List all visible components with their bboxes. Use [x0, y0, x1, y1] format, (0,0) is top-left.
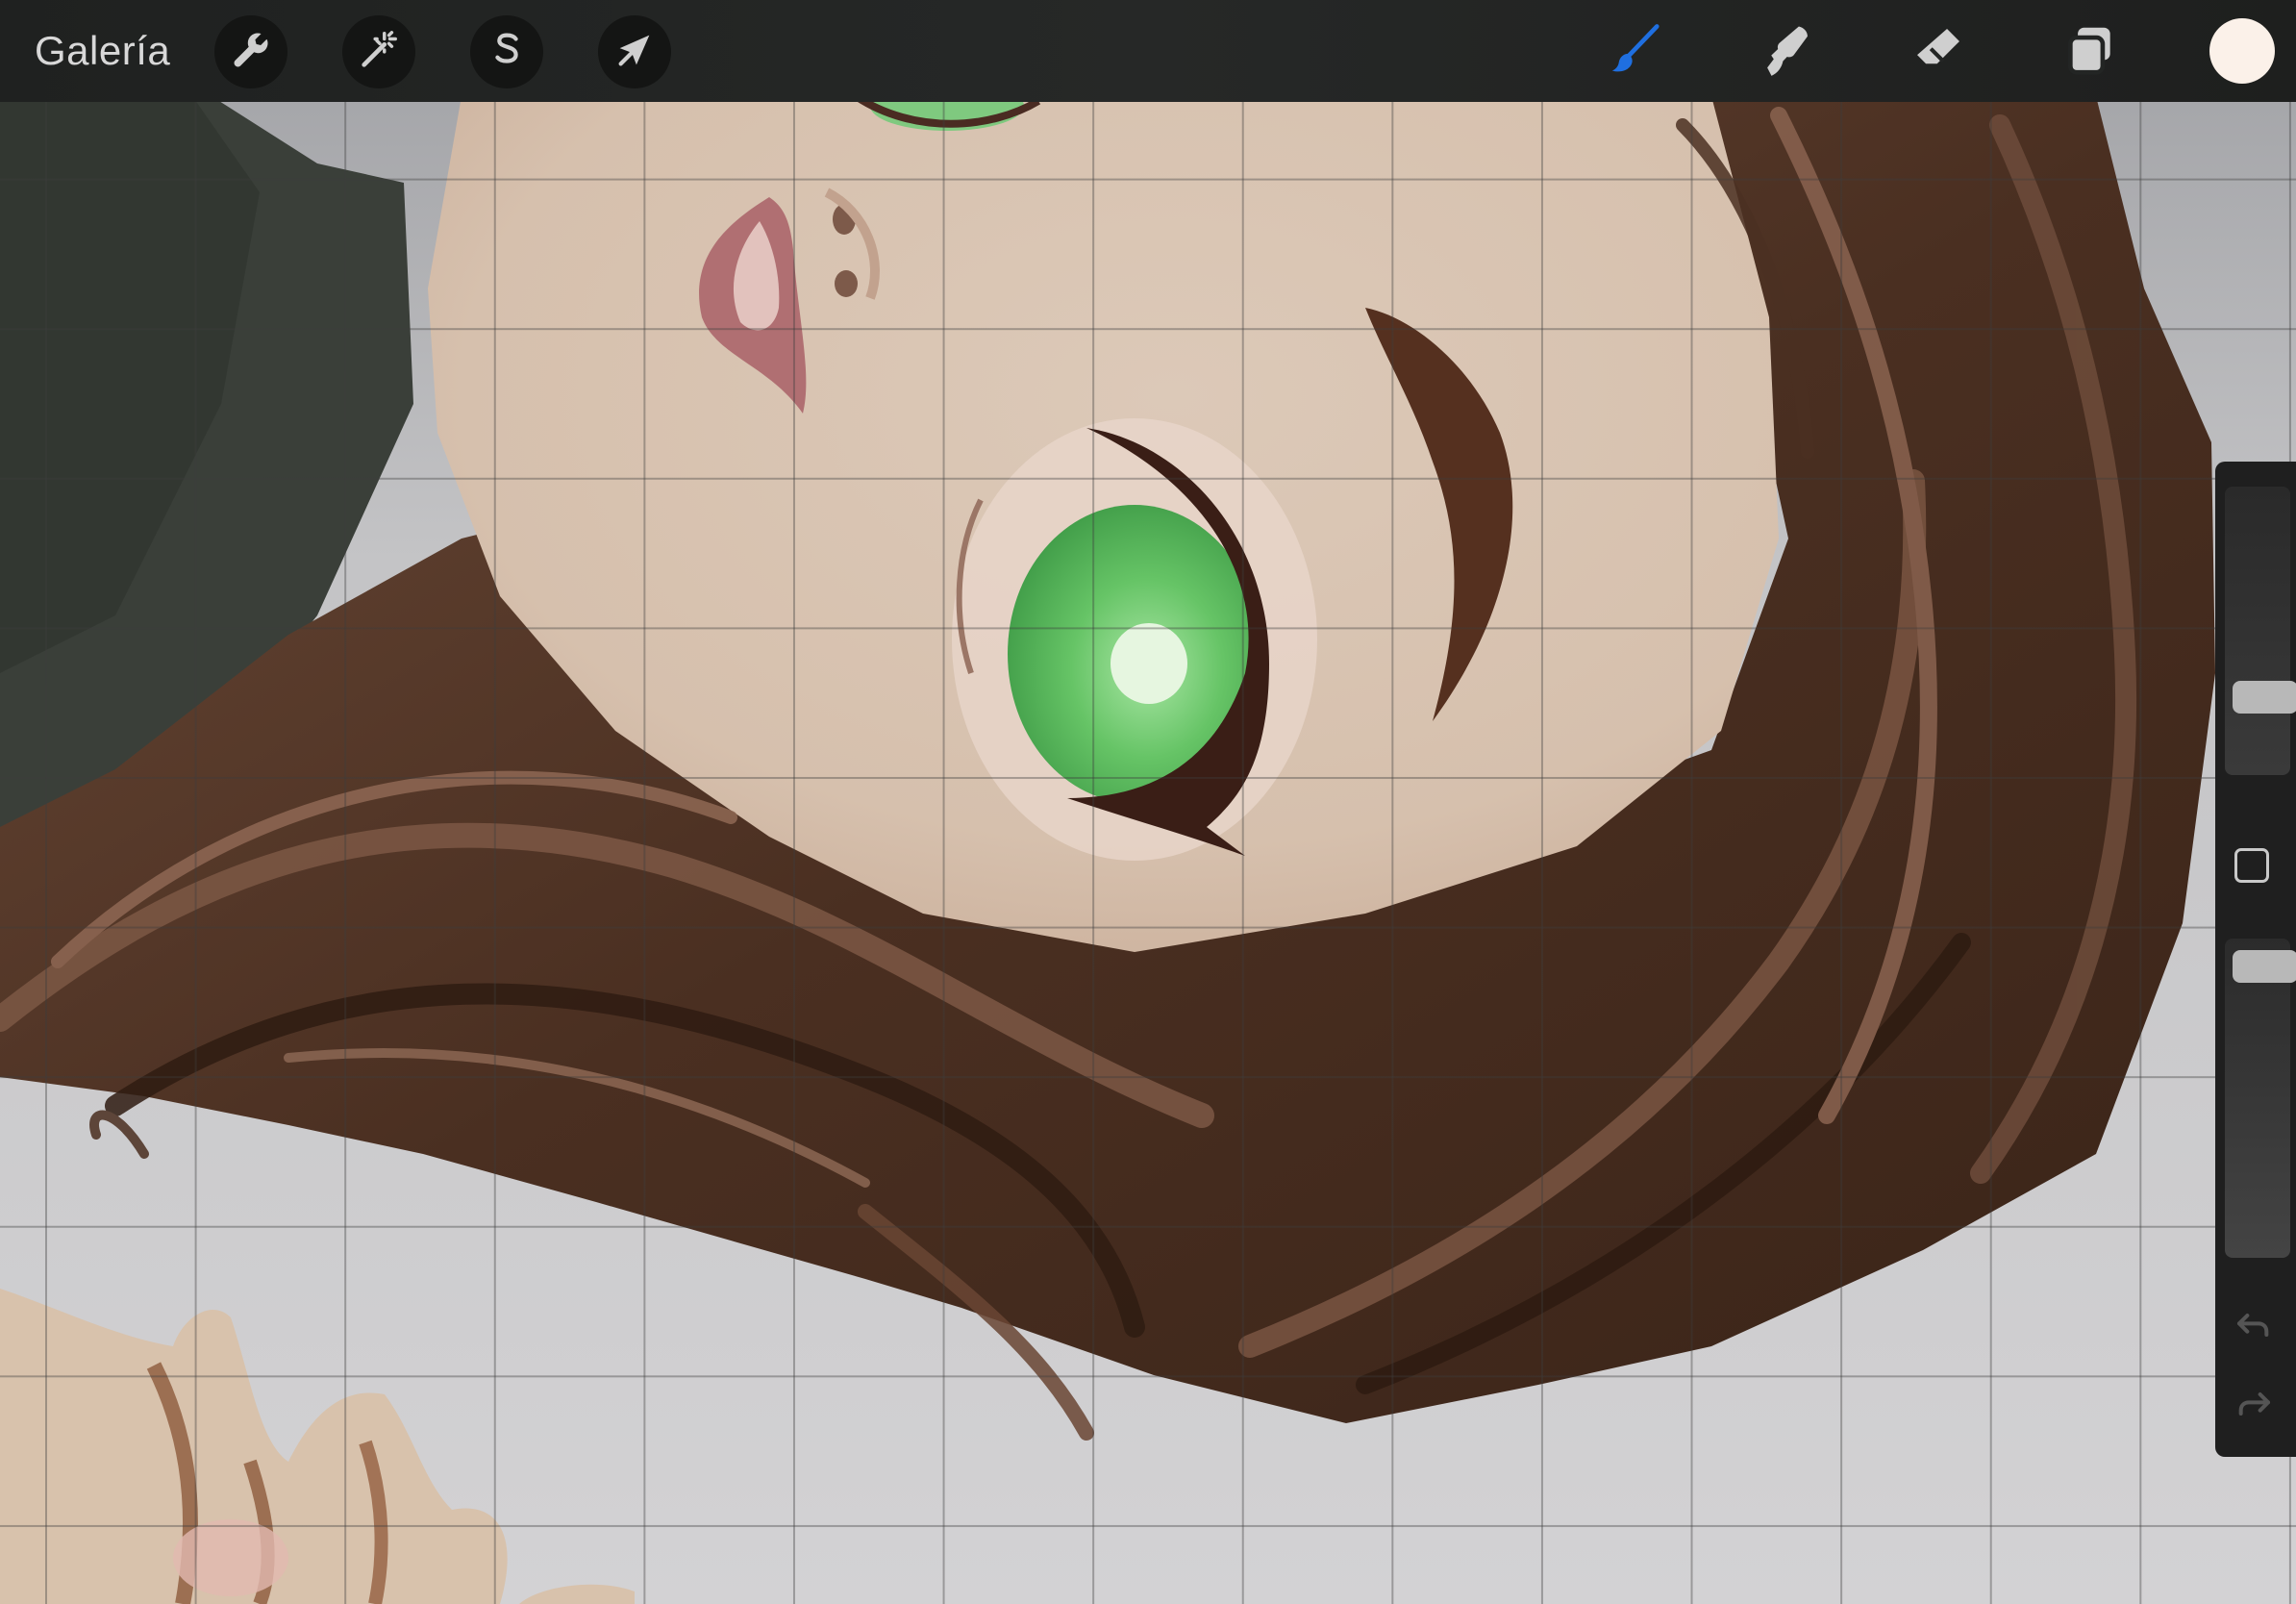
brush-size-slider[interactable]	[2225, 487, 2296, 775]
undo-button[interactable]	[2231, 1306, 2277, 1348]
color-picker-swatch[interactable]	[2209, 18, 2275, 84]
wrench-icon	[229, 28, 273, 77]
brush-opacity-slider[interactable]	[2225, 939, 2296, 1258]
drawing-canvas[interactable]	[0, 0, 2296, 1604]
eraser-icon	[1909, 20, 1968, 85]
eraser-tool-button[interactable]	[1902, 15, 1975, 88]
brush-tool-button[interactable]	[1598, 15, 1671, 88]
magic-wand-icon	[357, 28, 401, 77]
selection-s-icon	[485, 28, 529, 77]
actions-button[interactable]	[214, 15, 287, 88]
arrow-cursor-icon	[612, 28, 657, 77]
brush-opacity-thumb[interactable]	[2233, 950, 2296, 983]
layers-button[interactable]	[2054, 15, 2127, 88]
selection-button[interactable]	[470, 15, 543, 88]
redo-button[interactable]	[2231, 1385, 2277, 1427]
undo-icon	[2234, 1309, 2273, 1346]
adjustments-button[interactable]	[342, 15, 415, 88]
transform-button[interactable]	[598, 15, 671, 88]
brush-size-thumb[interactable]	[2233, 681, 2296, 714]
smudge-tool-button[interactable]	[1750, 15, 1823, 88]
artwork	[0, 0, 2296, 1604]
procreate-app: Galería	[0, 0, 2296, 1604]
redo-icon	[2234, 1388, 2273, 1425]
sidebar	[2215, 462, 2296, 1457]
layers-icon	[2060, 20, 2120, 85]
modify-button[interactable]	[2234, 848, 2269, 883]
top-toolbar: Galería	[0, 0, 2296, 102]
brush-icon	[1605, 20, 1664, 85]
gallery-button[interactable]: Galería	[35, 23, 170, 79]
smudge-icon	[1757, 20, 1816, 85]
